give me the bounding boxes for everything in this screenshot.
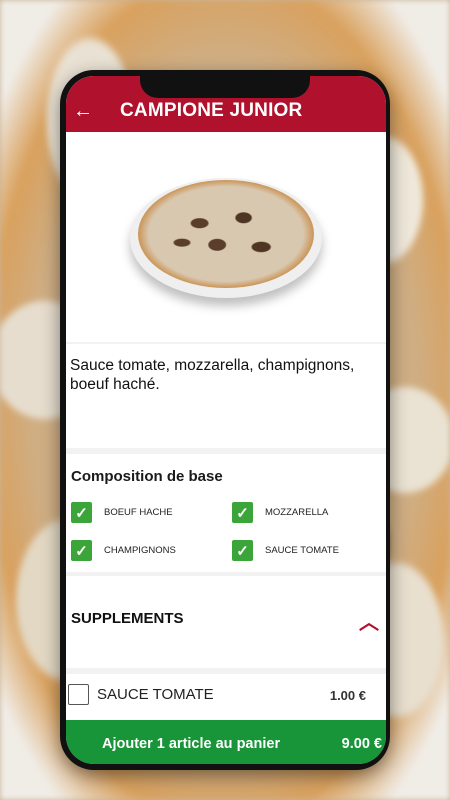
checkbox-checked-icon[interactable]: ✓ (232, 540, 253, 561)
supplements-title: SUPPLEMENTS (71, 610, 184, 627)
page-title: CAMPIONE JUNIOR (120, 100, 303, 121)
add-to-cart-button[interactable]: Ajouter 1 article au panier 9.00 € (66, 720, 386, 764)
checkbox-unchecked[interactable] (68, 684, 89, 705)
composition-title: Composition de base (71, 468, 223, 485)
cart-total-price: 9.00 € (341, 736, 382, 752)
ingredient-sauce-tomate[interactable]: ✓ SAUCE TOMATE (232, 540, 339, 561)
ingredient-label: BOEUF HACHE (104, 507, 173, 518)
supplements-header[interactable]: SUPPLEMENTS ︿ (66, 576, 386, 668)
arrow-left-icon: ← (73, 99, 93, 122)
pizza-image (138, 180, 314, 288)
checkbox-checked-icon[interactable]: ✓ (232, 502, 253, 523)
phone-notch (140, 70, 310, 98)
supplement-label: SAUCE TOMATE (97, 686, 214, 703)
add-to-cart-label: Ajouter 1 article au panier (102, 736, 281, 752)
supplement-item[interactable]: SAUCE TOMATE 1.00 € (66, 674, 386, 720)
chevron-up-icon[interactable]: ︿ (356, 606, 382, 634)
back-button[interactable]: ← (70, 98, 96, 124)
app-screen: ← CAMPIONE JUNIOR Sauce tomate, mozzarel… (66, 76, 386, 764)
ingredient-champignons[interactable]: ✓ CHAMPIGNONS (71, 540, 176, 561)
checkbox-checked-icon[interactable]: ✓ (71, 540, 92, 561)
supplement-price: 1.00 € (329, 688, 366, 703)
ingredient-boeuf-hache[interactable]: ✓ BOEUF HACHE (71, 502, 173, 523)
ingredient-label: CHAMPIGNONS (104, 545, 176, 556)
composition-section: Composition de base ✓ BOEUF HACHE ✓ MOZZ… (66, 454, 386, 572)
ingredient-mozzarella[interactable]: ✓ MOZZARELLA (232, 502, 328, 523)
ingredient-label: SAUCE TOMATE (265, 545, 339, 556)
checkbox-checked-icon[interactable]: ✓ (71, 502, 92, 523)
product-description: Sauce tomate, mozzarella, champignons, b… (66, 344, 386, 448)
ingredient-label: MOZZARELLA (265, 507, 329, 518)
product-image (66, 132, 386, 342)
